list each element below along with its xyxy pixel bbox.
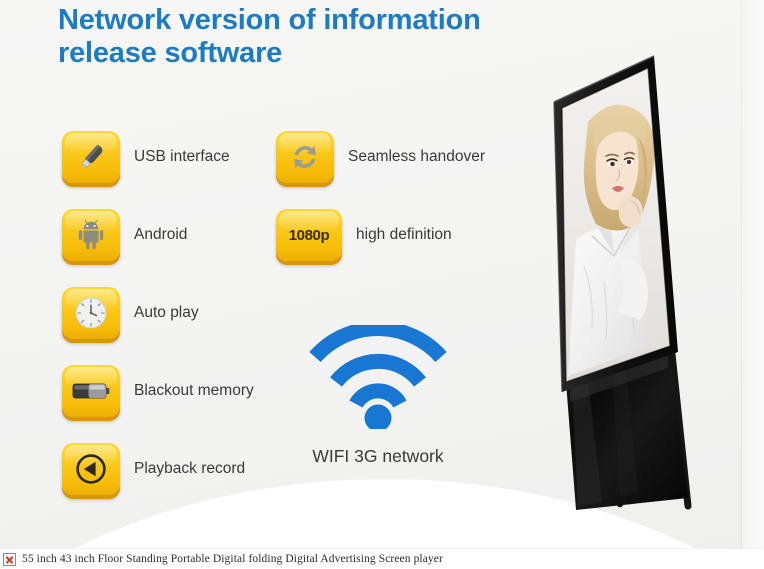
android-robot-icon xyxy=(62,209,120,261)
feature-item-auto-play: Auto play xyxy=(62,274,254,352)
playback-rewind-icon xyxy=(62,443,120,495)
resolution-badge-label: 1080p xyxy=(288,226,330,244)
wifi-caption: WIFI 3G network xyxy=(312,446,444,466)
feature-item-seamless-handover: Seamless handover xyxy=(276,118,485,196)
feature-label: USB interface xyxy=(134,148,230,165)
clock-icon xyxy=(62,287,120,339)
usb-stick-icon xyxy=(62,131,120,183)
wifi-signal-icon xyxy=(309,321,447,432)
broken-image-icon xyxy=(3,552,16,566)
product-feature-poster: Network version of information release s… xyxy=(0,0,764,569)
feature-label: high definition xyxy=(356,226,452,243)
feature-label: Android xyxy=(134,226,188,243)
battery-icon xyxy=(62,365,120,417)
feature-label: Seamless handover xyxy=(348,148,485,165)
feature-item-blackout-memory: Blackout memory xyxy=(62,352,254,430)
resolution-badge-icon: 1080p xyxy=(276,209,342,261)
feature-label: Playback record xyxy=(134,460,246,477)
feature-list-left: USB interface Android Auto play Blackout… xyxy=(62,118,254,508)
feature-item-android: Android xyxy=(62,196,254,274)
wifi-feature-block: WIFI 3G network xyxy=(278,321,478,467)
feature-label: Blackout memory xyxy=(134,382,254,399)
page-title-line-2: release software xyxy=(58,37,283,69)
floor-standing-digital-signage-display xyxy=(492,30,764,530)
sync-arrows-icon xyxy=(276,131,334,183)
feature-label: Auto play xyxy=(134,304,199,321)
caption-text: 55 inch 43 inch Floor Standing Portable … xyxy=(22,553,443,565)
feature-item-high-definition: 1080p high definition xyxy=(276,196,485,274)
feature-item-usb-interface: USB interface xyxy=(62,118,254,196)
feature-item-playback-record: Playback record xyxy=(62,430,254,508)
page-title-line-1: Network version of information xyxy=(58,4,481,36)
feature-list-right: Seamless handover 1080p high definition xyxy=(276,118,485,274)
image-caption-bar: 55 inch 43 inch Floor Standing Portable … xyxy=(0,548,764,569)
